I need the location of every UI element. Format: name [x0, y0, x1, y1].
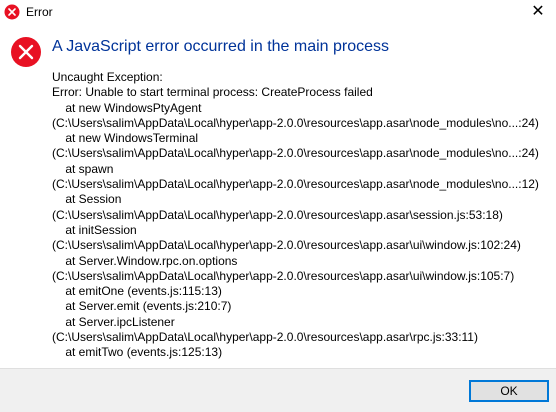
message-line: at emitTwo (events.js:125:13) — [52, 345, 223, 360]
close-button[interactable]: ✕ — [520, 0, 556, 24]
window-title: Error — [26, 5, 53, 19]
message-line: at new WindowsTerminal — [52, 131, 199, 146]
message-line: Error: Unable to start terminal process:… — [52, 85, 373, 100]
dialog-footer: OK — [0, 368, 556, 412]
message-line: at Server.Window.rpc.on.options — [52, 253, 238, 268]
message-line: (C:\Users\salim\AppData\Local\hyper\app-… — [52, 268, 515, 283]
error-message: Uncaught Exception: Error: Unable to star… — [52, 70, 548, 361]
message-line: at Server.emit (events.js:210:7) — [52, 299, 232, 314]
error-icon — [4, 4, 20, 20]
message-line: at Session — [52, 192, 122, 207]
dialog-heading: A JavaScript error occurred in the main … — [52, 38, 390, 55]
message-line: (C:\Users\salim\AppData\Local\hyper\app-… — [52, 115, 539, 130]
message-line: (C:\Users\salim\AppData\Local\hyper\app-… — [52, 146, 539, 161]
message-line: (C:\Users\salim\AppData\Local\hyper\app-… — [52, 238, 521, 253]
message-line: (C:\Users\salim\AppData\Local\hyper\app-… — [52, 330, 478, 345]
ok-button[interactable]: OK — [469, 380, 549, 402]
error-icon — [10, 36, 42, 68]
message-line: at emitOne (events.js:115:13) — [52, 284, 222, 299]
close-icon: ✕ — [531, 3, 545, 20]
message-line: Uncaught Exception: — [52, 70, 163, 84]
message-line: at spawn — [52, 161, 114, 176]
message-line: (C:\Users\salim\AppData\Local\hyper\app-… — [52, 177, 539, 192]
message-line: (C:\Users\salim\AppData\Local\hyper\app-… — [52, 207, 503, 222]
message-line: at initSession — [52, 222, 137, 237]
title-bar: Error ✕ — [0, 0, 556, 24]
message-line: at new WindowsPtyAgent — [52, 100, 202, 115]
dialog-content: A JavaScript error occurred in the main … — [0, 24, 556, 368]
message-line: at Server.ipcListener — [52, 314, 175, 329]
